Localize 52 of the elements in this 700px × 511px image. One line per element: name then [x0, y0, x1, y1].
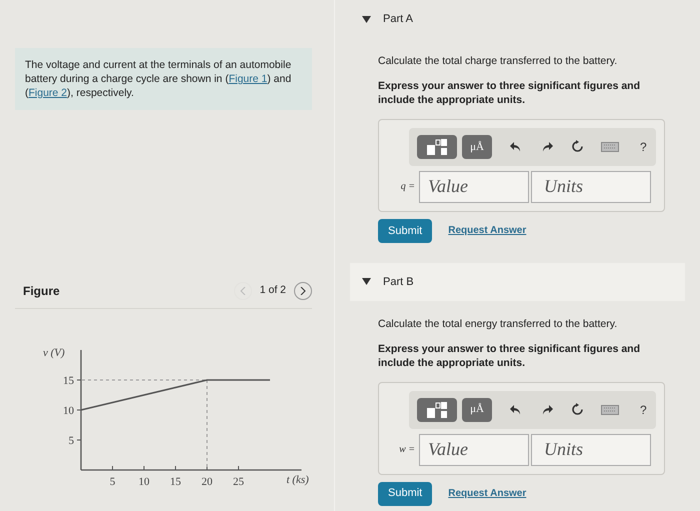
help-button[interactable]: ?	[640, 400, 647, 418]
request-answer-link[interactable]: Request Answer	[448, 223, 526, 238]
units-field[interactable]: Units	[531, 170, 651, 203]
question-text: Calculate the total energy transferred to the battery.	[378, 316, 618, 332]
part-header[interactable]: Part B	[350, 262, 685, 301]
redo-icon[interactable]	[542, 140, 554, 153]
keyboard-icon[interactable]	[601, 404, 619, 414]
units-field[interactable]: Units	[531, 434, 651, 466]
value-field[interactable]: Value	[419, 434, 529, 466]
undo-icon[interactable]	[509, 140, 521, 153]
page-indicator: 1 of 2	[260, 283, 286, 298]
chevron-right-icon	[300, 287, 306, 295]
help-button[interactable]: ?	[640, 138, 647, 156]
variable-label: w =	[398, 443, 416, 457]
reset-icon[interactable]	[571, 403, 584, 416]
y-tick-label: 5	[68, 435, 74, 447]
template-button[interactable]	[417, 398, 457, 422]
instruction-text: Express your answer to three significant figures and include the appropriate units.	[378, 78, 641, 107]
template-icon	[425, 138, 449, 155]
x-tick-label: 25	[233, 476, 244, 488]
undo-icon[interactable]	[509, 404, 521, 416]
value-field[interactable]: Value	[419, 170, 529, 203]
chevron-left-icon	[240, 287, 246, 295]
figure-link[interactable]: Figure 1	[228, 73, 268, 85]
figure-title: Figure	[23, 283, 60, 300]
template-button[interactable]	[417, 134, 457, 159]
y-tick-label: 10	[63, 405, 74, 417]
intro-text: The voltage and current at the terminals of an automobile battery during a charge cycle are shown in (Figure 1) and (Figure 2), respectively.	[15, 48, 312, 110]
x-tick-label: 15	[170, 476, 181, 488]
reset-icon[interactable]	[571, 140, 584, 154]
y-axis-label: v (V)	[43, 347, 65, 359]
submit-button[interactable]: Submit	[378, 218, 432, 243]
part-title: Part A	[383, 12, 413, 27]
figure-link[interactable]: Figure 2	[28, 87, 68, 99]
variable-label: q =	[400, 180, 416, 194]
units-button[interactable]: μÅ	[462, 134, 492, 159]
x-tick-label: 10	[138, 476, 150, 488]
submit-button[interactable]: Submit	[378, 482, 432, 506]
redo-icon[interactable]	[542, 404, 554, 416]
x-axis-label: t (ks)	[286, 474, 309, 486]
units-button[interactable]: μÅ	[462, 398, 492, 422]
next-button[interactable]	[294, 282, 312, 300]
x-tick-label: 20	[202, 476, 212, 488]
question-text: Calculate the total charge transferred to the battery.	[378, 54, 618, 69]
template-icon	[425, 402, 449, 418]
keyboard-icon[interactable]	[601, 142, 619, 152]
x-tick-label: 5	[110, 476, 116, 488]
part-title: Part B	[383, 274, 414, 290]
part-header[interactable]: Part A	[350, 0, 685, 38]
instruction-text: Express your answer to three significant figures and include the appropriate units.	[378, 342, 641, 370]
y-tick-label: 15	[63, 375, 74, 387]
request-answer-link[interactable]: Request Answer	[448, 486, 526, 501]
